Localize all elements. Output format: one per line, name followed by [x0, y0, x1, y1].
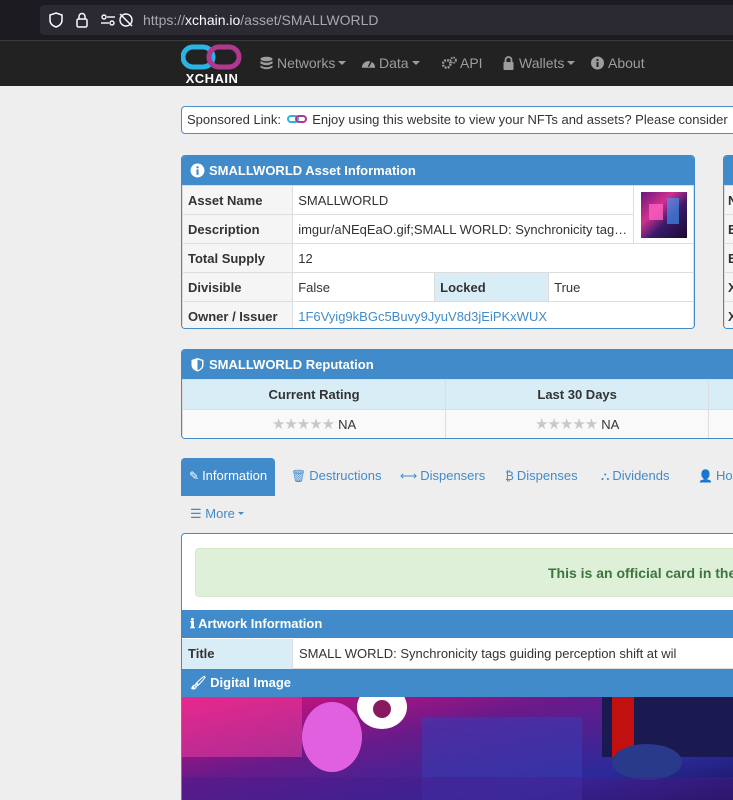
side-row-label: E [724, 243, 733, 273]
shield-icon [191, 358, 204, 372]
reputation-table: Current Rating Last 30 Days ★★★★★ NA ★★★★… [182, 379, 733, 438]
star-rating-icon[interactable]: ★★★★★ [535, 416, 598, 433]
asset-name-label: Asset Name [182, 185, 294, 215]
side-info-panel: N E E X X [723, 155, 733, 329]
artwork-title-label: Title [182, 639, 293, 669]
total-supply-value: 12 [292, 243, 694, 273]
artwork-title-value: SMALL WORLD: Synchronicity tags guiding … [299, 646, 677, 661]
artwork-info-header: ℹ Artwork Information [182, 610, 733, 638]
info-icon: ℹ [190, 616, 199, 631]
locked-value: True [548, 272, 694, 302]
digital-image-header: 🖌 Digital Image [182, 669, 733, 697]
artwork-image [182, 697, 733, 800]
trash-icon: 🗑 [291, 469, 307, 483]
logo-text: XCHAIN [185, 71, 239, 86]
list-icon: ☰ [190, 506, 206, 521]
bitcoin-icon: ₿ [505, 469, 514, 483]
tab-dividends[interactable]: ⛬ Dividends [593, 458, 678, 496]
chain-link-icon [286, 115, 307, 123]
total-supply-label: Total Supply [182, 243, 294, 273]
dashboard-icon [361, 60, 376, 68]
paint-brush-icon: 🖌 [190, 675, 211, 690]
side-panel-header [724, 156, 733, 185]
current-rating-cell: ★★★★★ NA [182, 409, 447, 438]
site-navbar: XCHAIN Networks Data API Wallets About [0, 40, 733, 86]
asset-thumbnail[interactable] [633, 185, 694, 244]
side-row-label: N [724, 185, 733, 215]
reputation-header: SMALLWORLD Reputation [182, 350, 733, 379]
last-30-days-cell: ★★★★★ NA [445, 409, 710, 438]
current-rating-header: Current Rating [182, 379, 447, 410]
browser-toolbar: https://xchain.io/asset/SMALLWORLD [0, 0, 733, 40]
chevron-down-icon [567, 61, 576, 65]
permissions-icon[interactable] [100, 12, 116, 28]
nav-about[interactable]: About [590, 55, 645, 71]
tab-content: This is an official card in the ℹ Artwor… [181, 533, 733, 800]
chain-link-icon [180, 44, 242, 70]
artwork-title-row: Title SMALL WORLD: Synchronicity tags gu… [182, 639, 733, 669]
reputation-cell-extra [708, 409, 733, 438]
sponsored-link-bar[interactable]: Sponsored Link: Enjoy using this website… [181, 106, 733, 134]
reputation-header-extra [708, 379, 733, 410]
lock-icon [503, 56, 514, 70]
nav-networks[interactable]: Networks [259, 55, 347, 71]
side-panel-table: N E E X X [724, 185, 733, 328]
file-icon: ✎ [189, 469, 200, 483]
info-icon [591, 56, 604, 70]
owner-address-link[interactable]: 1F6Vyig9kBGc5Buvy9JyuV8d3jEiPKxWUX [298, 309, 547, 324]
gears-icon [442, 56, 457, 69]
digital-image[interactable] [182, 697, 733, 800]
tab-destructions[interactable]: 🗑 Destructions [283, 458, 389, 496]
sitemap-icon: ⛬ [601, 469, 610, 483]
url-text[interactable]: https://xchain.io/asset/SMALLWORLD [143, 12, 379, 28]
asset-image [641, 191, 688, 238]
tracking-blocked-icon[interactable] [118, 12, 134, 28]
info-icon [190, 163, 205, 178]
last-30-days-header: Last 30 Days [445, 379, 710, 410]
side-row-label: X [724, 301, 733, 328]
asset-info-header: SMALLWORLD Asset Information [182, 156, 694, 185]
nav-api[interactable]: API [442, 55, 483, 71]
asset-name-value: SMALLWORLD [292, 185, 635, 215]
nav-wallets[interactable]: Wallets [501, 55, 576, 71]
reputation-panel: SMALLWORLD Reputation Current Rating Las… [181, 349, 733, 439]
star-rating-icon[interactable]: ★★★★★ [272, 416, 335, 433]
chevron-down-icon [338, 61, 347, 65]
owner-label: Owner / Issuer [182, 301, 294, 328]
asset-info-panel: SMALLWORLD Asset Information Asset Name … [181, 155, 695, 329]
xchain-logo[interactable]: XCHAIN [180, 44, 243, 86]
lock-icon[interactable] [74, 12, 90, 28]
divisible-value: False [292, 272, 436, 302]
side-row-label: X [724, 272, 733, 302]
asset-tabs: ✎ Information 🗑 Destructions ⟷ Dispensers ₿… [181, 458, 733, 496]
locked-label: Locked [434, 272, 550, 302]
sponsored-text: Enjoy using this website to view your NF… [312, 112, 728, 127]
tab-dispenses[interactable]: ₿ Dispenses [497, 458, 586, 496]
nav-data[interactable]: Data [361, 55, 420, 71]
side-row-label: E [724, 214, 733, 244]
official-card-alert: This is an official card in the [195, 548, 733, 597]
chevron-down-icon [411, 61, 420, 65]
arrows-h-icon: ⟷ [400, 469, 418, 483]
tab-information[interactable]: ✎ Information [181, 458, 276, 496]
description-label: Description [182, 214, 294, 244]
tab-holders[interactable]: 👤Hol [690, 458, 733, 496]
more-dropdown[interactable]: ☰ More [190, 506, 244, 522]
chevron-down-icon [237, 512, 244, 515]
shield-icon[interactable] [48, 12, 64, 28]
divisible-label: Divisible [182, 272, 294, 302]
description-value: imgur/aNEqEaO.gif;SMALL WORLD: Synchroni… [292, 214, 635, 244]
database-icon [260, 56, 273, 70]
asset-info-table: Asset Name SMALLWORLD Description imgur/… [182, 185, 694, 328]
user-icon: 👤 [698, 469, 713, 483]
tab-dispensers[interactable]: ⟷ Dispensers [392, 458, 493, 496]
